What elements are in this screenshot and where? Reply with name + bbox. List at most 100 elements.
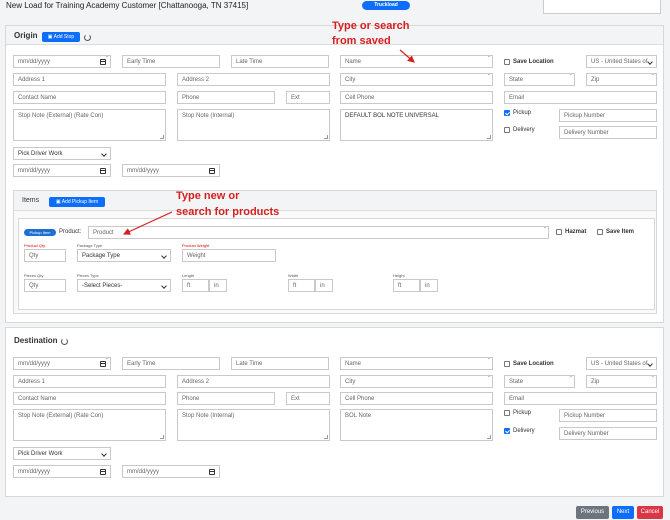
origin-zip-input[interactable]: Zip [586,73,657,86]
origin-state-input[interactable]: State [504,73,575,86]
origin-name-input[interactable]: Name [340,55,493,68]
product-input[interactable]: Product [88,226,549,239]
origin-save-location-checkbox[interactable] [504,59,510,65]
package-type-select[interactable]: Package Type [77,249,171,262]
cancel-button[interactable]: Cancel [637,506,663,519]
resize-handle[interactable] [160,135,164,139]
dest-state-input[interactable]: State [504,375,575,388]
dest-contact-input[interactable]: Contact Name [13,392,166,405]
origin-early-time-input[interactable]: Early Time [122,55,220,68]
add-pickup-item-button[interactable]: ▣ Add Pickup Item [49,197,105,207]
calendar-icon[interactable] [100,469,106,475]
dest-stop-note-external[interactable]: Stop Note (External) (Rate Con) [13,409,166,441]
origin-driver-work-select[interactable]: Pick Driver Work [13,147,111,160]
annotation-name-1: Type or search [332,20,410,32]
product-label: Product: [59,229,82,235]
dest-address2-input[interactable]: Address 2 [177,375,330,388]
previous-button[interactable]: Previous [576,506,609,519]
width-ft-input[interactable]: ft [288,279,315,292]
origin-bol-note[interactable]: DEFAULT BOL NOTE UNIVERSAL [340,109,493,141]
dest-pickup-checkbox[interactable] [504,410,510,416]
dest-country-select[interactable]: US - United States of [586,357,657,370]
origin-date2b-input[interactable]: mm/dd/yyyy [122,164,220,177]
origin-phone-input[interactable]: Phone [177,91,275,104]
calendar-icon[interactable] [100,59,106,65]
refresh-icon[interactable] [84,34,91,41]
origin-email-input[interactable]: Email [504,91,657,104]
origin-driver-work-text: Pick Driver Work [18,151,63,157]
dest-ext-input[interactable]: Ext [286,392,330,405]
dest-city-input[interactable]: City [340,375,493,388]
pieces-qty-text: Qty [29,283,39,289]
resize-handle[interactable] [487,435,491,439]
origin-address1-input[interactable]: Address 1 [13,73,166,86]
resize-handle[interactable] [324,435,328,439]
origin-stop-note-external[interactable]: Stop Note (External) (Rate Con) [13,109,166,141]
origin-stop-note-internal[interactable]: Stop Note (Internal) [177,109,330,141]
height-in-input[interactable]: in [420,279,438,292]
origin-delivery-checkbox[interactable] [504,127,510,133]
calendar-icon[interactable] [209,168,215,174]
dest-address1-input[interactable]: Address 1 [13,375,166,388]
length-ft-input[interactable]: ft [182,279,209,292]
length-ft-text: ft [187,283,191,289]
dest-late-time-input[interactable]: Late Time [231,357,329,370]
origin-pickup-number-input[interactable]: Pickup Number [559,109,657,122]
origin-date2a-input[interactable]: mm/dd/yyyy [13,164,111,177]
pieces-type-label: Pieces Type [77,273,99,278]
origin-city-input[interactable]: City [340,73,493,86]
resize-handle[interactable] [160,435,164,439]
dest-email-input[interactable]: Email [504,392,657,405]
hazmat-checkbox[interactable] [556,229,562,235]
dest-date2b-input[interactable]: mm/dd/yyyy [122,465,220,478]
pieces-qty-input[interactable]: Qty [24,279,66,292]
dest-delivery-number-input[interactable]: Delivery Number [559,427,657,440]
calendar-icon[interactable] [100,168,106,174]
weight-input[interactable]: Weight [182,249,276,262]
origin-country-select[interactable]: US - United States of [586,55,657,68]
dest-driver-work-select[interactable]: Pick Driver Work [13,447,111,460]
product-qty-input[interactable]: Qty [24,249,66,262]
dest-date-input[interactable]: mm/dd/yyyy [13,357,111,370]
dest-pickup-number-input[interactable]: Pickup Number [559,409,657,422]
origin-pickup-checkbox[interactable] [504,110,510,116]
dest-phone-input[interactable]: Phone [177,392,275,405]
dest-stop-note-internal[interactable]: Stop Note (Internal) [177,409,330,441]
dest-cell-input[interactable]: Cell Phone [340,392,493,405]
resize-handle[interactable] [487,135,491,139]
origin-date-text: mm/dd/yyyy [18,59,51,65]
origin-delivery-number-text: Delivery Number [564,130,609,136]
save-item-checkbox[interactable] [597,229,603,235]
dest-early-time-input[interactable]: Early Time [122,357,220,370]
origin-contact-input[interactable]: Contact Name [13,91,166,104]
dest-bol-note[interactable]: BOL Note [340,409,493,441]
origin-save-location-label: Save Location [513,59,554,65]
pieces-type-select[interactable]: -Select Pieces- [77,279,171,292]
dest-name-input[interactable]: Name [340,357,493,370]
origin-delivery-number-input[interactable]: Delivery Number [559,126,657,139]
add-stop-button[interactable]: ▣ Add Stop [42,32,80,42]
origin-address2-input[interactable]: Address 2 [177,73,330,86]
height-ft-input[interactable]: ft [393,279,420,292]
calendar-icon[interactable] [209,469,215,475]
length-in-input[interactable]: in [209,279,227,292]
dest-date2a-input[interactable]: mm/dd/yyyy [13,465,111,478]
width-in-input[interactable]: in [315,279,333,292]
next-button[interactable]: Next [612,506,634,519]
origin-cell-text: Cell Phone [345,95,375,101]
origin-late-time-input[interactable]: Late Time [231,55,329,68]
origin-date-input[interactable]: mm/dd/yyyy [13,55,111,68]
origin-cell-input[interactable]: Cell Phone [340,91,493,104]
calendar-icon[interactable] [100,361,106,367]
height-label: Height [393,273,405,278]
origin-ext-input[interactable]: Ext [286,91,330,104]
dest-save-location-checkbox[interactable] [504,361,510,367]
origin-late-time-text: Late Time [236,59,263,65]
dest-ext-text: Ext [291,396,300,402]
origin-ext-text: Ext [291,95,300,101]
dest-delivery-checkbox[interactable] [504,428,510,434]
dest-zip-input[interactable]: Zip [586,375,657,388]
refresh-icon[interactable] [61,338,68,345]
resize-handle[interactable] [324,135,328,139]
product-text: Product [93,230,114,236]
